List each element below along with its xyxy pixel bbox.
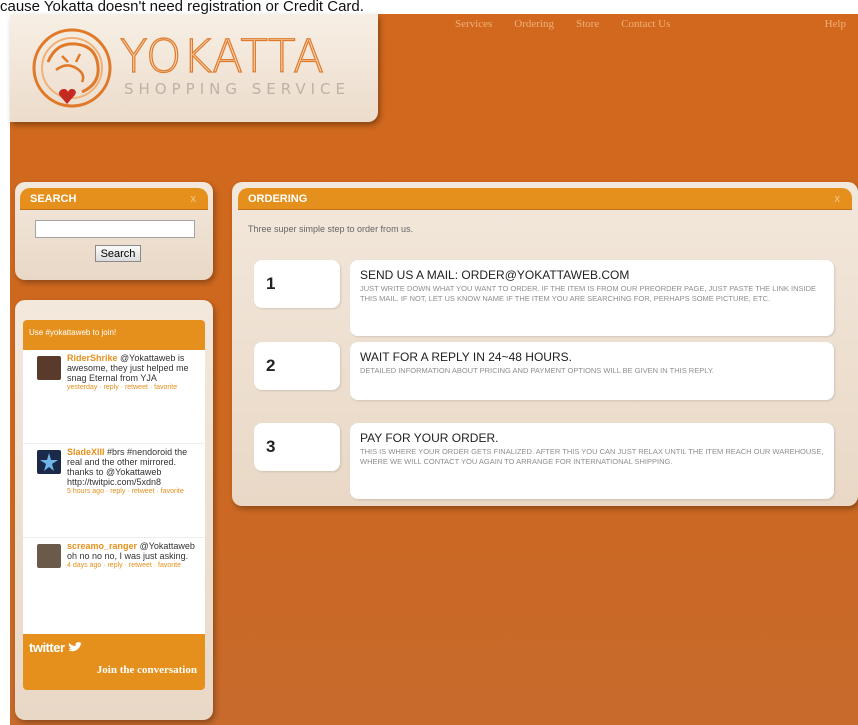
close-icon[interactable]: x	[835, 188, 841, 210]
step-title: WAIT FOR A REPLY IN 24~48 HOURS.	[360, 350, 572, 364]
search-button[interactable]: Search	[95, 245, 141, 262]
join-conversation-link[interactable]: Join the conversation	[97, 664, 197, 676]
step-description: DETAILED INFORMATION ABOUT PRICING AND P…	[360, 366, 714, 375]
step-number: 2	[254, 342, 340, 390]
tweet-item: SladeXIII #brs #nendoroid the real and t…	[23, 444, 205, 538]
step-number: 3	[254, 423, 340, 471]
step-card: WAIT FOR A REPLY IN 24~48 HOURS. DETAILE…	[350, 342, 834, 400]
nav-store[interactable]: Store	[576, 18, 599, 30]
nav-help[interactable]: Help	[825, 18, 846, 30]
step-description: JUST WRITE DOWN WHAT YOU WANT TO ORDER. …	[360, 284, 817, 303]
step-card: PAY FOR YOUR ORDER. THIS IS WHERE YOUR O…	[350, 423, 834, 499]
logo-card[interactable]: YOKATTA SHOPPING SERVICE	[10, 14, 378, 122]
nav-contact[interactable]: Contact Us	[621, 18, 670, 30]
tweet-body: screamo_ranger @Yokattaweb oh no no no, …	[67, 541, 199, 570]
tweet-meta[interactable]: yesterday · reply · retweet · favorite	[67, 384, 199, 392]
avatar[interactable]	[37, 544, 61, 568]
nav-services[interactable]: Services	[455, 18, 492, 30]
tweet-item: RiderShrike @Yokattaweb is awesome, they…	[23, 350, 205, 444]
ordering-panel-header: ORDERING x	[238, 188, 852, 210]
search-panel-header: SEARCH x	[20, 188, 208, 210]
step-description: THIS IS WHERE YOUR ORDER GETS FINALIZED.…	[360, 447, 824, 466]
search-panel-title: SEARCH	[30, 193, 77, 205]
tweet-meta[interactable]: 5 hours ago · reply · retweet · favorite	[67, 488, 199, 496]
tweet-user[interactable]: SladeXIII	[67, 447, 105, 457]
page-caption: cause Yokatta doesn't need registration …	[0, 0, 858, 14]
twitter-logo-icon[interactable]: twitter	[29, 640, 82, 655]
search-input[interactable]	[35, 220, 195, 238]
twitter-header: Use #yokattaweb to join!	[23, 320, 205, 350]
page-background: Services Ordering Store Contact Us Help …	[10, 14, 858, 725]
tweet-user[interactable]: RiderShrike	[67, 353, 118, 363]
ordering-panel: ORDERING x Three super simple step to or…	[232, 182, 858, 506]
tweet-body: RiderShrike @Yokattaweb is awesome, they…	[67, 353, 199, 392]
logo-title: YOKATTA	[119, 30, 325, 83]
step-card: SEND US A MAIL: ORDER@YOKATTAWEB.COM JUS…	[350, 260, 834, 336]
avatar[interactable]	[37, 356, 61, 380]
star-icon	[40, 453, 58, 471]
ordering-intro: Three super simple step to order from us…	[248, 224, 414, 234]
ordering-panel-title: ORDERING	[248, 193, 308, 205]
tweet-body: SladeXIII #brs #nendoroid the real and t…	[67, 447, 199, 496]
yokatta-logo-icon	[32, 28, 112, 108]
twitter-panel: Use #yokattaweb to join! RiderShrike @Yo…	[15, 300, 213, 720]
step-title: PAY FOR YOUR ORDER.	[360, 431, 499, 445]
twitter-footer: twitter Join the conversation	[23, 634, 205, 690]
step-title: SEND US A MAIL: ORDER@YOKATTAWEB.COM	[360, 268, 630, 282]
nav-ordering[interactable]: Ordering	[514, 18, 554, 30]
tweet-meta[interactable]: 4 days ago · reply · retweet · favorite	[67, 562, 199, 570]
top-nav: Services Ordering Store Contact Us	[455, 18, 692, 30]
step-number: 1	[254, 260, 340, 308]
tweet-item: screamo_ranger @Yokattaweb oh no no no, …	[23, 538, 205, 632]
logo-subtitle: SHOPPING SERVICE	[124, 80, 350, 98]
avatar[interactable]	[37, 450, 61, 474]
tweet-user[interactable]: screamo_ranger	[67, 541, 137, 551]
search-panel: SEARCH x Search	[15, 182, 213, 280]
close-icon[interactable]: x	[191, 188, 197, 210]
tweet-list: RiderShrike @Yokattaweb is awesome, they…	[23, 350, 205, 634]
